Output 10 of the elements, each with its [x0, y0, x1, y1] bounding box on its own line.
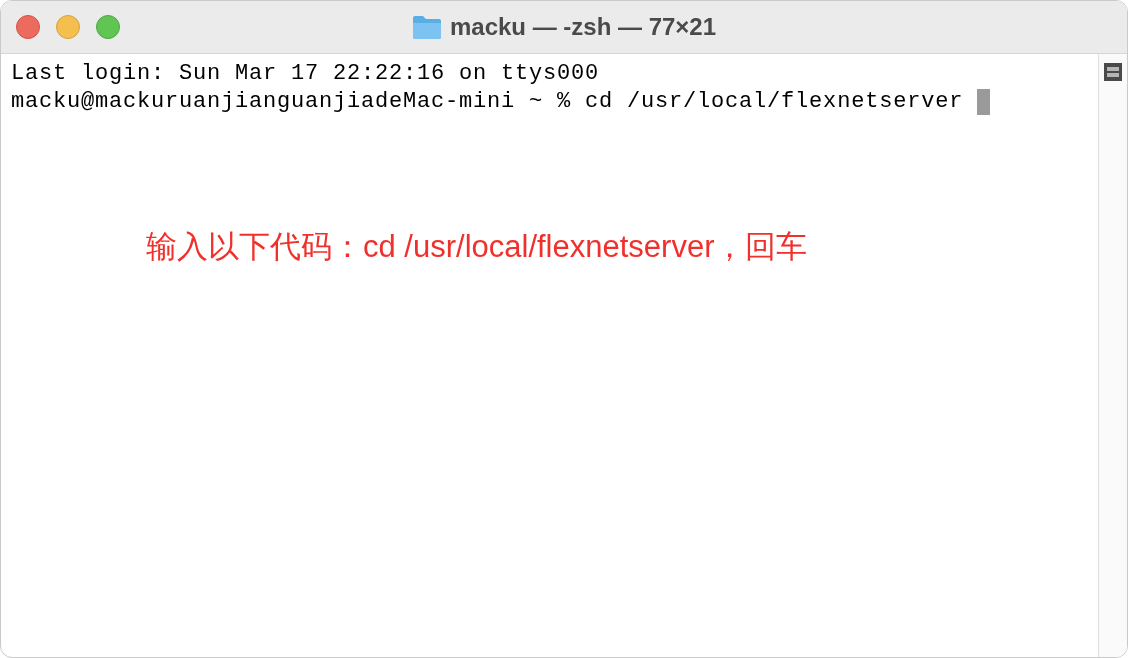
split-pane-icon[interactable]	[1103, 62, 1123, 82]
terminal-line: macku@mackuruanjianguanjiadeMac-mini ~ % cd /usr/local/flexnetserver	[11, 88, 964, 116]
close-button[interactable]	[16, 15, 40, 39]
window-title: macku — -zsh — 77×21	[449, 13, 717, 41]
terminal-line: Last login: Sun Mar 17 22:22:16 on ttys000	[11, 60, 600, 88]
zoom-button[interactable]	[96, 15, 120, 39]
folder-icon	[411, 14, 442, 40]
minimize-button[interactable]	[56, 15, 80, 39]
annotation-text: 输入以下代码：cd /usr/local/flexnetserver，回车	[146, 228, 808, 266]
text-cursor	[977, 89, 991, 115]
